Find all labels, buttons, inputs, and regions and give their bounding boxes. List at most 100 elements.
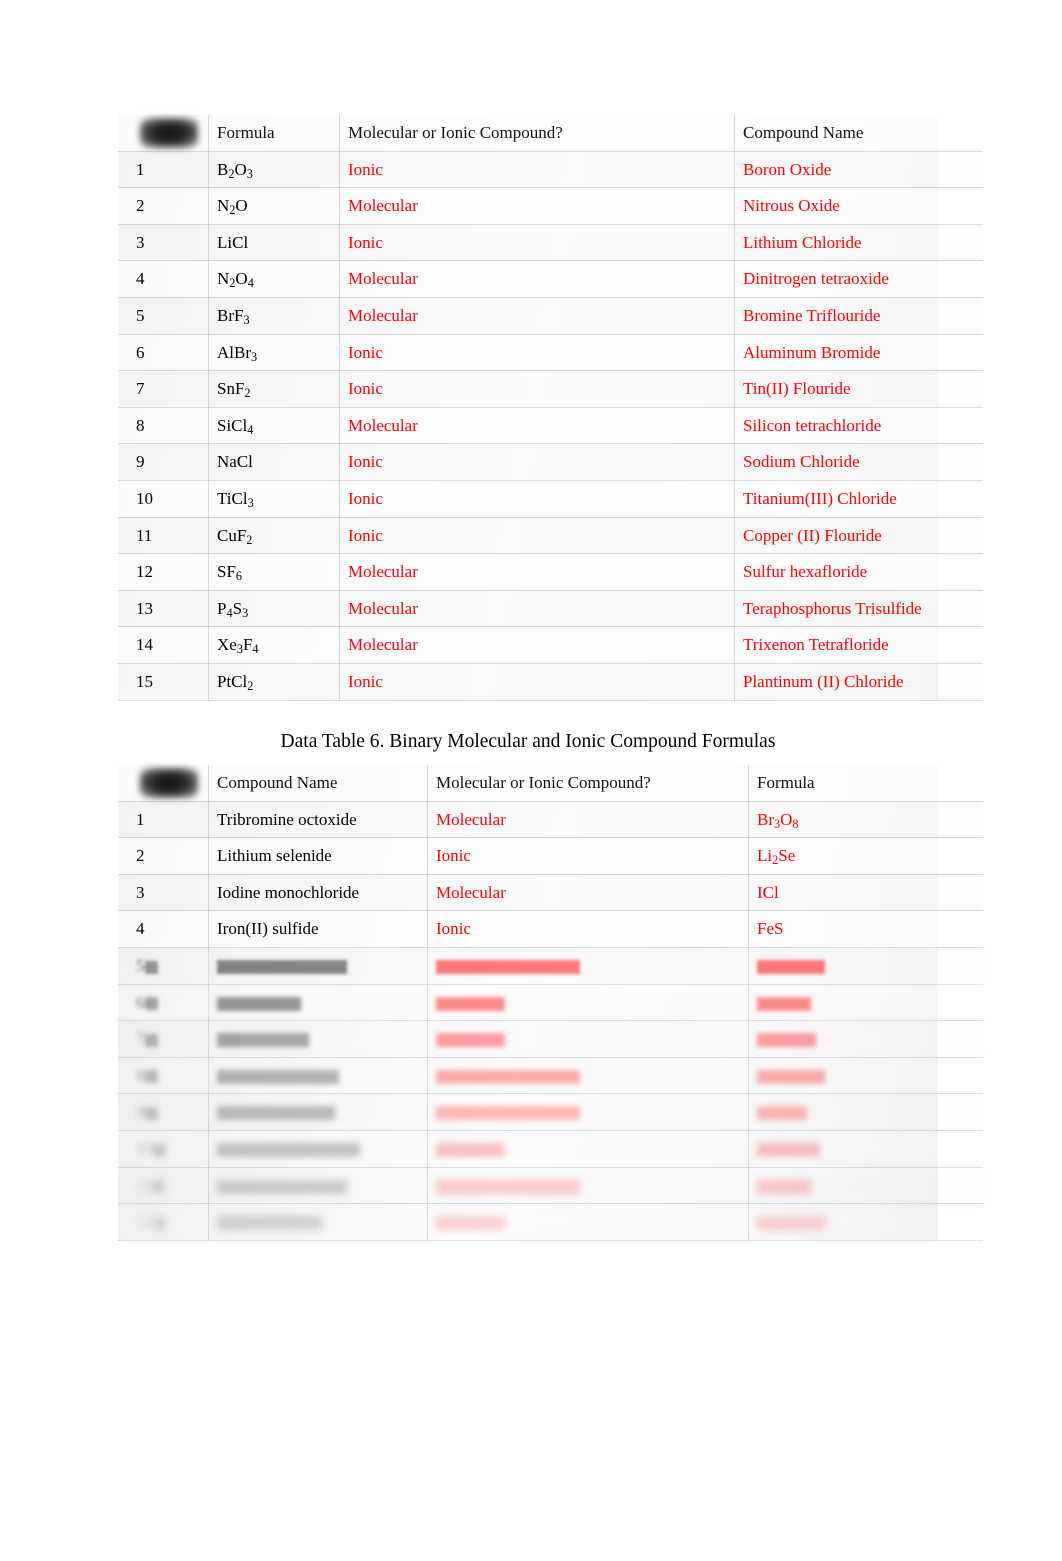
table-row: 11 CuF2 Ionic Copper (II) Flouride xyxy=(118,517,983,555)
table6-formula-answer[interactable]: ICl xyxy=(748,874,983,912)
table6-type-answer[interactable] xyxy=(427,1057,749,1095)
table6-formula-answer[interactable] xyxy=(748,1057,983,1095)
table6-formula-answer[interactable]: Li2Se xyxy=(748,837,983,875)
table5-type-answer[interactable]: Ionic xyxy=(339,224,735,262)
table6-row-number: 3 xyxy=(118,874,209,912)
table6-formula-answer[interactable] xyxy=(748,1203,983,1241)
placeholder-ink xyxy=(217,1033,310,1048)
table5-header-row: Formula Molecular or Ionic Compound? Com… xyxy=(118,115,983,152)
table-row-obscured: 10 xyxy=(118,1130,983,1168)
table5-formula-cell: AlBr3 xyxy=(208,334,340,372)
table5-name-answer[interactable]: Silicon tetrachloride xyxy=(734,407,983,445)
table-row-obscured: 8 xyxy=(118,1057,983,1095)
table6-row-number: 11 xyxy=(118,1167,209,1205)
table5-name-answer[interactable]: Plantinum (II) Chloride xyxy=(734,663,983,701)
placeholder-ink xyxy=(757,1106,807,1121)
table5-row-number: 8 xyxy=(118,407,209,445)
table6-type-answer[interactable]: Ionic xyxy=(427,910,749,948)
table5-type-answer[interactable]: Molecular xyxy=(339,297,735,335)
table5-formula-cell: TiCl3 xyxy=(208,480,340,518)
table5-name-answer[interactable]: Aluminum Bromide xyxy=(734,334,983,372)
table5-row-number: 5 xyxy=(118,297,209,335)
table-row: 2 Lithium selenide Ionic Li2Se xyxy=(118,837,983,875)
table5-type-answer[interactable]: Ionic xyxy=(339,663,735,701)
table5-type-answer[interactable]: Ionic xyxy=(339,480,735,518)
table6-header-row: Compound Name Molecular or Ionic Compoun… xyxy=(118,765,983,802)
data-table-6-caption: Data Table 6. Binary Molecular and Ionic… xyxy=(280,731,776,752)
table5-type-answer[interactable]: Ionic xyxy=(339,151,735,189)
table6-type-answer[interactable]: Ionic xyxy=(427,837,749,875)
table6-formula-answer[interactable] xyxy=(748,947,983,985)
table5-type-answer[interactable]: Molecular xyxy=(339,626,735,664)
table5-name-answer[interactable]: Dinitrogen tetraoxide xyxy=(734,260,983,298)
table6-type-answer[interactable]: Molecular xyxy=(427,874,749,912)
table5-type-answer[interactable]: Ionic xyxy=(339,370,735,408)
table-row: 13 P4S3 Molecular Teraphosphorus Trisulfide xyxy=(118,590,983,628)
table5-type-answer[interactable]: Ionic xyxy=(339,334,735,372)
table6-header-name: Compound Name xyxy=(208,765,428,802)
placeholder-ink xyxy=(217,1143,360,1158)
table5-name-answer[interactable]: Lithium Chloride xyxy=(734,224,983,262)
table5-row-number: 3 xyxy=(118,224,209,262)
table6-name-cell xyxy=(208,1020,428,1058)
table5-type-answer[interactable]: Molecular xyxy=(339,407,735,445)
table5-corner-redaction-cell xyxy=(118,115,209,152)
table5-name-answer[interactable]: Sulfur hexafloride xyxy=(734,553,983,591)
table6-row-number: 12 xyxy=(118,1203,209,1241)
table6-formula-answer[interactable]: Br3O8 xyxy=(748,801,983,839)
table-row: 3 LiCl Ionic Lithium Chloride xyxy=(118,224,983,262)
table6-type-answer[interactable]: Molecular xyxy=(427,801,749,839)
table5-name-answer[interactable]: Tin(II) Flouride xyxy=(734,370,983,408)
table6-formula-answer[interactable] xyxy=(748,984,983,1022)
table6-name-cell: Iron(II) sulfide xyxy=(208,910,428,948)
table-row: 2 N2O Molecular Nitrous Oxide xyxy=(118,187,983,225)
placeholder-ink xyxy=(436,1106,580,1121)
table5-type-answer[interactable]: Molecular xyxy=(339,187,735,225)
table6-type-answer[interactable] xyxy=(427,984,749,1022)
table5-name-answer[interactable]: Teraphosphorus Trisulfide xyxy=(734,590,983,628)
table-row: 12 SF6 Molecular Sulfur hexafloride xyxy=(118,553,983,591)
table6-type-answer[interactable] xyxy=(427,1203,749,1241)
placeholder-ink xyxy=(757,1216,825,1231)
table6-formula-answer[interactable] xyxy=(748,1020,983,1058)
table5-name-answer[interactable]: Bromine Triflouride xyxy=(734,297,983,335)
table6-type-answer[interactable] xyxy=(427,1093,749,1131)
placeholder-ink xyxy=(144,997,158,1011)
table-row: 1 B2O3 Ionic Boron Oxide xyxy=(118,151,983,189)
table6-formula-answer[interactable] xyxy=(748,1093,983,1131)
table6-type-answer[interactable] xyxy=(427,1130,749,1168)
table5-type-answer[interactable]: Ionic xyxy=(339,517,735,555)
table6-name-cell: Lithium selenide xyxy=(208,837,428,875)
table6-type-answer[interactable] xyxy=(427,1167,749,1205)
placeholder-ink xyxy=(144,1033,158,1047)
table5-name-answer[interactable]: Trixenon Tetrafloride xyxy=(734,626,983,664)
table6-type-answer[interactable] xyxy=(427,1020,749,1058)
table5-formula-cell: SF6 xyxy=(208,553,340,591)
table5-header-formula: Formula xyxy=(208,115,340,152)
placeholder-ink xyxy=(436,960,580,975)
table5-type-answer[interactable]: Molecular xyxy=(339,553,735,591)
table6-header-formula: Formula xyxy=(748,765,983,802)
table5-name-answer[interactable]: Titanium(III) Chloride xyxy=(734,480,983,518)
table6-formula-answer[interactable]: FeS xyxy=(748,910,983,948)
table5-formula-cell: SiCl4 xyxy=(208,407,340,445)
table5-name-answer[interactable]: Boron Oxide xyxy=(734,151,983,189)
table6-name-cell: Tribromine octoxide xyxy=(208,801,428,839)
table6-type-answer[interactable] xyxy=(427,947,749,985)
table6-name-cell xyxy=(208,1130,428,1168)
table5-name-answer[interactable]: Sodium Chloride xyxy=(734,443,983,481)
table-row: 9 NaCl Ionic Sodium Chloride xyxy=(118,443,983,481)
table6-formula-answer[interactable] xyxy=(748,1167,983,1205)
table5-formula-cell: P4S3 xyxy=(208,590,340,628)
table-row: 7 SnF2 Ionic Tin(II) Flouride xyxy=(118,370,983,408)
table5-type-answer[interactable]: Molecular xyxy=(339,260,735,298)
table6-row-number: 4 xyxy=(118,910,209,948)
table5-type-answer[interactable]: Ionic xyxy=(339,443,735,481)
table6-formula-answer[interactable] xyxy=(748,1130,983,1168)
table5-name-answer[interactable]: Nitrous Oxide xyxy=(734,187,983,225)
table5-type-answer[interactable]: Molecular xyxy=(339,590,735,628)
table6-row-number: 7 xyxy=(118,1020,209,1058)
table5-name-answer[interactable]: Copper (II) Flouride xyxy=(734,517,983,555)
table6-row-number: 6 xyxy=(118,984,209,1022)
table5-formula-cell: NaCl xyxy=(208,443,340,481)
